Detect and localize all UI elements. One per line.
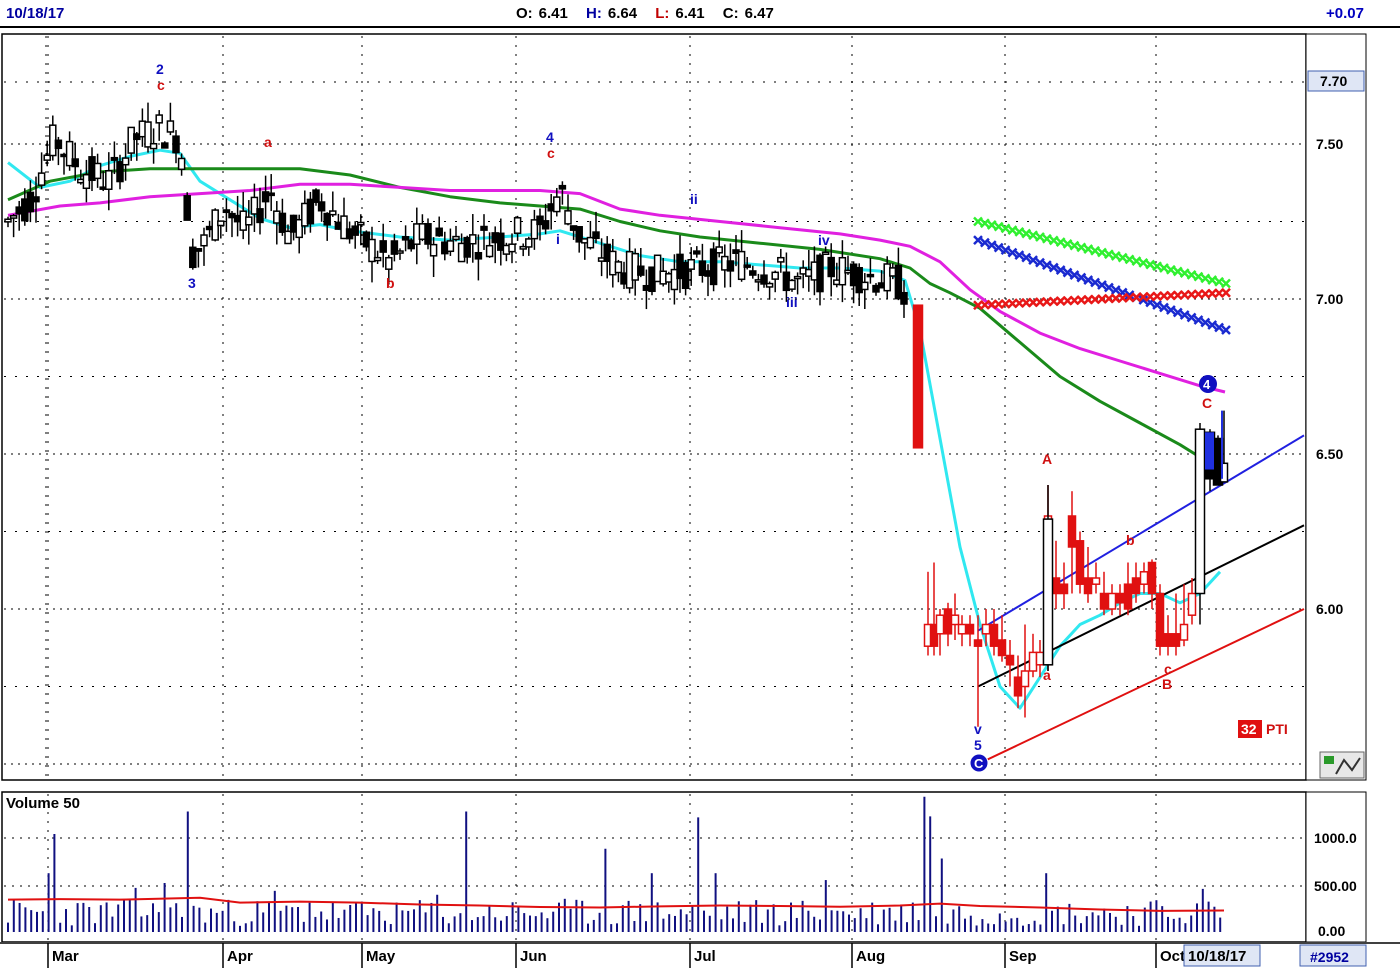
wave-label-b: b (386, 275, 395, 291)
volume-title: Volume 50 (6, 795, 80, 812)
candle (161, 141, 169, 149)
volume-axis-area (1305, 791, 1367, 943)
y-tick-7.50: 7.50 (1316, 136, 1343, 152)
wave-label-a2: a (1043, 667, 1051, 683)
vol-tick-500: 500.00 (1314, 878, 1357, 894)
wave-label-iii: iii (786, 294, 798, 310)
wave-label-c: c (157, 77, 165, 93)
month-label: Jul (694, 948, 716, 965)
month-label: Mar (52, 948, 79, 965)
wave-label-B: B (1162, 676, 1172, 692)
wave-label-ii: ii (690, 191, 698, 207)
wave-label-b2: b (1126, 532, 1135, 548)
cursor-date: 10/18/17 (1188, 948, 1246, 965)
current-price-tag: 7.70 (1320, 73, 1347, 89)
wave-label-A: A (1042, 451, 1052, 467)
wave-label-5: 5 (974, 737, 982, 753)
month-label: Sep (1009, 948, 1037, 965)
wave-label-c3: c (1164, 661, 1172, 677)
chart-tools-icon[interactable] (1319, 751, 1365, 779)
symbol-code: #2952 (1310, 949, 1349, 965)
highlight-candle (1205, 432, 1214, 470)
y-tick-6.50: 6.50 (1316, 446, 1343, 462)
wave-label-c2: c (547, 145, 555, 161)
svg-text:4: 4 (1203, 377, 1211, 392)
candle (1075, 531, 1085, 594)
wave-label-i: i (556, 231, 560, 247)
month-label: Apr (227, 948, 253, 965)
month-label: Aug (856, 948, 885, 965)
pti-label: PTI (1266, 721, 1288, 737)
month-label: Jun (520, 948, 547, 965)
month-label: May (366, 948, 396, 965)
wave-label-v: v (974, 721, 982, 737)
svg-text:C: C (974, 756, 984, 771)
wave-label-C: C (1202, 395, 1212, 411)
wave-label-4: 4 (546, 129, 554, 145)
month-label: Oct (1160, 948, 1185, 965)
wave-label-3: 3 (188, 275, 196, 291)
vol-tick-0: 0.00 (1318, 923, 1345, 939)
y-tick-6.00: 6.00 (1316, 601, 1343, 617)
y-tick-7.00: 7.00 (1316, 291, 1343, 307)
candle (912, 304, 924, 449)
candle (183, 192, 191, 221)
price-chart[interactable]: 7.50 7.00 6.50 6.00 7.70 32 PTI Volume 5… (0, 0, 1400, 970)
vol-tick-1000: 1000.0 (1314, 830, 1357, 846)
wave-label-2: 2 (156, 61, 164, 77)
candle (1155, 584, 1165, 656)
pti-value: 32 (1241, 721, 1257, 737)
wave-label-a: a (264, 134, 272, 150)
wave-label-iv: iv (818, 232, 830, 248)
